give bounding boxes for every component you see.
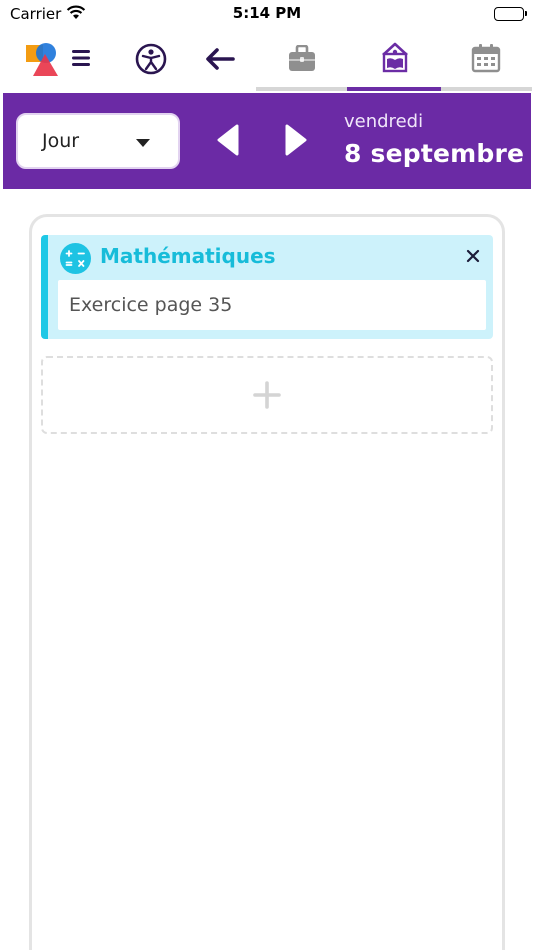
date-header: Jour vendredi 8 septembre xyxy=(3,93,531,189)
date-label: 8 septembre xyxy=(344,139,525,168)
briefcase-icon[interactable] xyxy=(286,44,318,74)
view-mode-select[interactable]: Jour xyxy=(16,113,180,169)
triangle-left-icon xyxy=(217,124,239,156)
weekday-label: vendredi xyxy=(344,111,424,132)
next-day-button[interactable] xyxy=(281,123,311,157)
status-bar: Carrier 5:14 PM xyxy=(0,0,534,30)
task-description: Exercice page 35 xyxy=(69,294,233,316)
menu-icon[interactable] xyxy=(70,48,92,68)
top-toolbar xyxy=(0,30,534,92)
caret-down-icon xyxy=(136,139,150,147)
previous-day-button[interactable] xyxy=(213,123,243,157)
view-mode-label: Jour xyxy=(42,130,80,152)
app-logo-icon[interactable] xyxy=(24,38,62,78)
math-operators-icon xyxy=(60,243,91,274)
add-homework-button[interactable] xyxy=(41,356,493,434)
calendar-icon[interactable] xyxy=(470,42,502,74)
clock: 5:14 PM xyxy=(232,4,302,22)
subject-title: Mathématiques xyxy=(100,244,276,268)
back-arrow-icon[interactable] xyxy=(204,46,236,72)
task-description-field[interactable]: Exercice page 35 xyxy=(58,280,486,330)
close-icon[interactable] xyxy=(465,248,481,264)
homework-card[interactable]: Mathématiques Exercice page 35 xyxy=(41,235,493,339)
homework-book-icon[interactable] xyxy=(378,40,412,74)
triangle-right-icon xyxy=(285,124,307,156)
battery-icon xyxy=(494,7,527,21)
accessibility-icon[interactable] xyxy=(134,42,168,76)
plus-icon xyxy=(253,381,281,409)
active-tab-indicator xyxy=(347,87,441,91)
